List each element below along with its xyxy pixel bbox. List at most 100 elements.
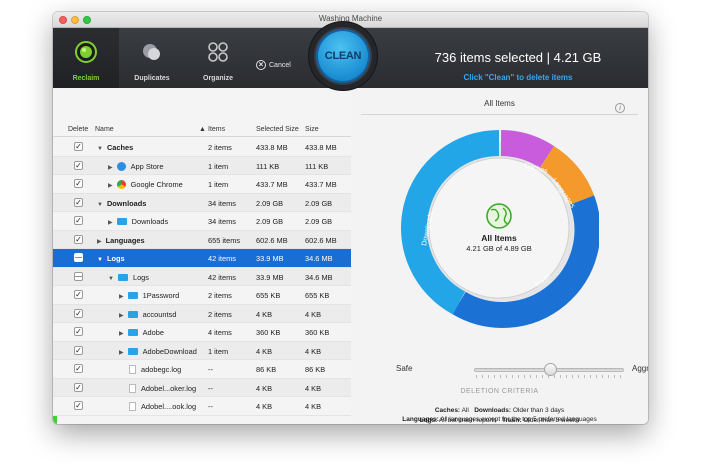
row-size: 2.09 GB: [305, 217, 333, 226]
table-row[interactable]: ✓ ▶ AdobeDownload 1 item 4 KB 4 KB: [53, 341, 351, 360]
table-row[interactable]: ✓ ▶ Google Chrome 1 item 433.7 MB 433.7 MB: [53, 175, 351, 194]
row-name-cell: ▶ Google Chrome: [108, 180, 183, 189]
disclosure-closed-icon[interactable]: ▶: [108, 164, 113, 171]
app-window: Washing Machine Reclaim Duplicates Organ…: [53, 12, 648, 424]
row-size: 34.6 MB: [305, 272, 333, 282]
clean-button[interactable]: CLEAN: [316, 29, 370, 83]
criteria-downloads-value: Older than 3 days: [512, 407, 565, 414]
app-store-icon: [116, 161, 126, 171]
table-row[interactable]: ✓ ▶ Languages 655 items 602.6 MB 602.6 MB: [53, 230, 351, 249]
row-selected-size: 360 KB: [256, 328, 281, 337]
row-name: Downloads: [131, 217, 169, 226]
clean-hint: Click "Clean" to delete items: [463, 73, 573, 82]
chart-panel: All Items i Caches Languages Trash Downl…: [351, 88, 648, 424]
criteria-line-3: Logs: All but crash reports Trash: Older…: [351, 417, 648, 424]
col-items[interactable]: Items: [208, 126, 225, 133]
organize-tab[interactable]: Organize: [185, 28, 251, 88]
table-row[interactable]: — ▼ Logs 42 items 33.9 MB 34.6 MB: [53, 249, 351, 268]
row-size: 4 KB: [305, 309, 322, 319]
disclosure-open-icon[interactable]: ▼: [97, 202, 103, 208]
delete-checkbox[interactable]: ✓: [74, 142, 83, 151]
table-row[interactable]: ✓ Adobel....ook.log -- 4 KB 4 KB: [53, 397, 351, 416]
row-items: 1 item: [208, 346, 229, 356]
file-icon: [129, 402, 136, 411]
organize-icon: [208, 42, 228, 62]
delete-checkbox[interactable]: ✓: [74, 327, 83, 336]
delete-checkbox[interactable]: ✓: [74, 197, 83, 207]
caches-segment[interactable]: [500, 130, 555, 169]
row-size: 433.7 MB: [305, 180, 337, 189]
col-delete[interactable]: Delete: [68, 126, 88, 133]
row-selected-size: 2.09 GB: [256, 198, 284, 208]
slider-aggressive-label: Aggressive: [632, 364, 648, 373]
row-selected-size: 4 KB: [256, 346, 273, 356]
reclaim-tab[interactable]: Reclaim: [53, 28, 119, 88]
info-icon[interactable]: i: [615, 103, 625, 113]
delete-checkbox[interactable]: ✓: [74, 179, 83, 188]
usage-donut-chart: Caches Languages Trash Downloads All Ite…: [401, 130, 599, 328]
delete-checkbox[interactable]: —: [74, 253, 83, 262]
delete-checkbox[interactable]: ✓: [74, 216, 83, 225]
disclosure-closed-icon[interactable]: ▶: [119, 293, 124, 300]
disclosure-closed-icon[interactable]: ▶: [108, 182, 113, 189]
cancel-button[interactable]: × Cancel: [256, 60, 291, 70]
disclosure-closed-icon[interactable]: ▶: [119, 312, 124, 319]
criteria-trash-value: Older than 3 weeks: [523, 417, 580, 424]
disclosure-open-icon[interactable]: ▼: [97, 146, 103, 152]
row-name-cell: ▼ Caches: [97, 143, 133, 152]
disclosure-open-icon[interactable]: ▼: [97, 257, 103, 263]
duplicates-tab[interactable]: Duplicates: [119, 28, 185, 88]
row-selected-size: 433.7 MB: [256, 180, 288, 189]
disclosure-closed-icon[interactable]: ▶: [108, 219, 113, 226]
delete-checkbox[interactable]: ✓: [74, 364, 83, 373]
row-items: 42 items: [208, 272, 236, 282]
row-name-cell: ▶ AdobeDownload: [119, 347, 197, 356]
table-row[interactable]: ✓ ▶ Downloads 34 items 2.09 GB 2.09 GB: [53, 212, 351, 231]
row-size: 4 KB: [305, 402, 322, 411]
delete-checkbox[interactable]: ✓: [74, 234, 83, 244]
delete-checkbox[interactable]: ✓: [74, 382, 83, 392]
reclaim-icon: [75, 41, 97, 63]
row-selected-size: 33.9 MB: [256, 272, 284, 282]
table-row[interactable]: ✓ ▶ 1Password 2 items 655 KB 655 KB: [53, 286, 351, 305]
delete-checkbox[interactable]: ✓: [74, 160, 83, 170]
col-selected-size[interactable]: Selected Size: [256, 126, 299, 133]
row-size: 433.8 MB: [305, 143, 337, 152]
criteria-slider-knob[interactable]: [544, 363, 557, 376]
table-row[interactable]: ✓ ▶ Adobe 4 items 360 KB 360 KB: [53, 323, 351, 342]
row-name-cell: Adobel....ook.log: [119, 402, 196, 411]
row-size: 86 KB: [305, 365, 326, 374]
row-name-cell: Adobel...oker.log: [119, 383, 197, 393]
table-row[interactable]: ✓ adobegc.log -- 86 KB 86 KB: [53, 360, 351, 379]
row-items: --: [208, 365, 213, 374]
col-size[interactable]: Size: [305, 126, 319, 133]
delete-checkbox[interactable]: —: [74, 271, 83, 281]
duplicates-icon: [143, 44, 160, 60]
row-name-cell: ▶ 1Password: [119, 291, 179, 300]
table-row[interactable]: ✓ Adobel...oker.log -- 4 KB 4 KB: [53, 378, 351, 397]
table-row[interactable]: — ▼ Logs 42 items 33.9 MB 34.6 MB: [53, 267, 351, 286]
table-row[interactable]: ✓ ▶ App Store 1 item 111 KB 111 KB: [53, 156, 351, 175]
row-items: 2 items: [208, 143, 232, 152]
row-name-cell: adobegc.log: [119, 365, 181, 374]
table-row[interactable]: ✓ ▶ accountsd 2 items 4 KB 4 KB: [53, 304, 351, 323]
row-name: Adobel...oker.log: [141, 383, 197, 393]
disclosure-closed-icon[interactable]: ▶: [119, 330, 124, 337]
row-name-cell: ▶ Downloads: [108, 217, 168, 226]
chrome-icon: [116, 180, 126, 189]
selection-summary: 736 items selected | 4.21 GB: [434, 50, 602, 65]
delete-checkbox[interactable]: ✓: [74, 345, 83, 355]
delete-checkbox[interactable]: ✓: [74, 308, 83, 318]
row-selected-size: 602.6 MB: [256, 235, 288, 245]
col-name[interactable]: Name: [95, 126, 114, 133]
disclosure-closed-icon[interactable]: ▶: [119, 349, 124, 356]
table-row[interactable]: ✓ ▼ Downloads 34 items 2.09 GB 2.09 GB: [53, 193, 351, 212]
delete-checkbox[interactable]: ✓: [74, 401, 83, 410]
disclosure-closed-icon[interactable]: ▶: [97, 238, 102, 245]
slider-safe-label: Safe: [396, 364, 413, 373]
table-row[interactable]: ✓ ▼ Caches 2 items 433.8 MB 433.8 MB: [53, 138, 351, 157]
items-table: Delete Name ▲ Items Selected Size Size ✓…: [53, 88, 351, 424]
disclosure-open-icon[interactable]: ▼: [108, 276, 114, 282]
row-name: 1Password: [142, 291, 180, 300]
delete-checkbox[interactable]: ✓: [74, 290, 83, 299]
